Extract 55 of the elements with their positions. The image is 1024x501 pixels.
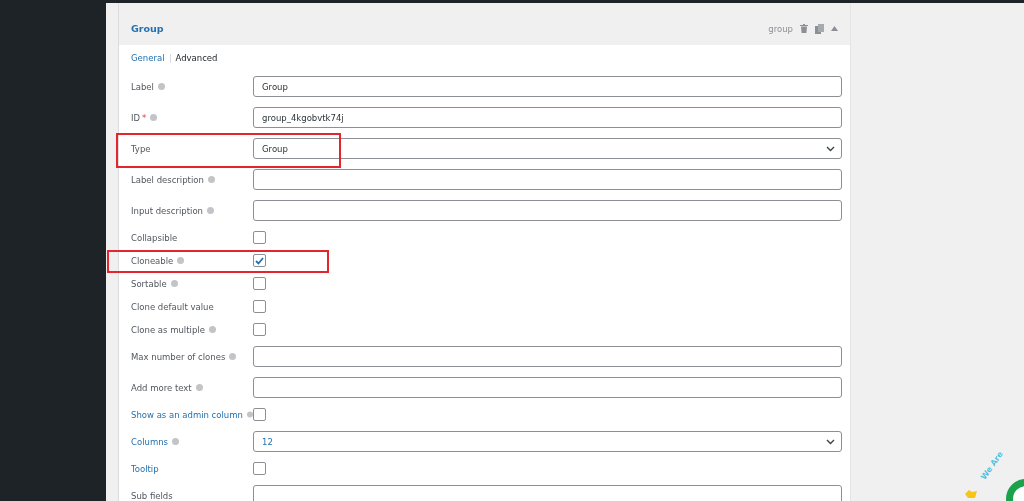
field-label: Max number of clones	[131, 351, 226, 362]
field-label: Label description	[131, 174, 204, 185]
field-label: Input description	[131, 205, 203, 216]
help-icon[interactable]	[207, 207, 214, 214]
field-label[interactable]: Columns	[131, 436, 168, 447]
help-icon[interactable]	[177, 257, 185, 264]
field-label[interactable]: Tooltip	[131, 463, 159, 474]
field-label: Label	[131, 81, 154, 92]
help-icon[interactable]	[229, 353, 237, 360]
text-field[interactable]	[253, 485, 842, 501]
checkbox[interactable]	[253, 408, 266, 421]
field-label: Clone default value	[131, 301, 214, 312]
field-label: Type	[131, 143, 151, 154]
field-label: Sortable	[131, 278, 167, 289]
text-field[interactable]	[253, 169, 842, 190]
field-title: Group	[131, 23, 164, 34]
help-icon[interactable]	[195, 384, 203, 391]
checkbox[interactable]	[253, 254, 266, 267]
field-label: Collapsible	[131, 232, 178, 243]
help-icon[interactable]	[172, 438, 179, 445]
chevron-down-icon	[826, 438, 835, 445]
field-label: Cloneable	[131, 255, 174, 266]
help-icon[interactable]	[207, 176, 215, 183]
field-header[interactable]: Group group	[119, 12, 850, 45]
text-field[interactable]: Group	[253, 76, 842, 97]
help-icon[interactable]	[157, 83, 165, 90]
copy-icon[interactable]	[815, 23, 824, 34]
trash-icon[interactable]	[800, 24, 808, 33]
tab[interactable]: Advanced	[175, 53, 218, 63]
checkbox[interactable]	[253, 323, 266, 336]
help-icon[interactable]	[246, 411, 253, 418]
select-field[interactable]: 12	[253, 431, 842, 452]
checkbox[interactable]	[253, 462, 266, 475]
field-label: Add more text	[131, 382, 192, 393]
text-field[interactable]	[253, 346, 842, 367]
field-label: ID	[131, 112, 141, 123]
help-icon[interactable]	[170, 280, 178, 287]
field-label: Clone as multiple	[131, 324, 205, 335]
field-label: Sub fields	[131, 490, 173, 501]
field-label[interactable]: Show as an admin column	[131, 409, 243, 420]
checkbox[interactable]	[253, 277, 266, 290]
tab[interactable]: General	[131, 53, 165, 63]
select-field[interactable]: Group	[253, 138, 842, 159]
collapse-icon[interactable]	[831, 26, 838, 31]
text-field[interactable]	[253, 200, 842, 221]
text-field[interactable]	[253, 377, 842, 398]
field-id: group	[768, 23, 793, 34]
help-icon[interactable]	[150, 114, 158, 121]
text-field[interactable]: group_4kgobvtk74j	[253, 107, 842, 128]
help-icon[interactable]	[208, 326, 216, 333]
hand-icon	[964, 489, 978, 499]
checkbox[interactable]	[253, 231, 266, 244]
required-mark: *	[142, 112, 147, 123]
checkbox[interactable]	[253, 300, 266, 313]
chevron-down-icon	[826, 145, 835, 152]
